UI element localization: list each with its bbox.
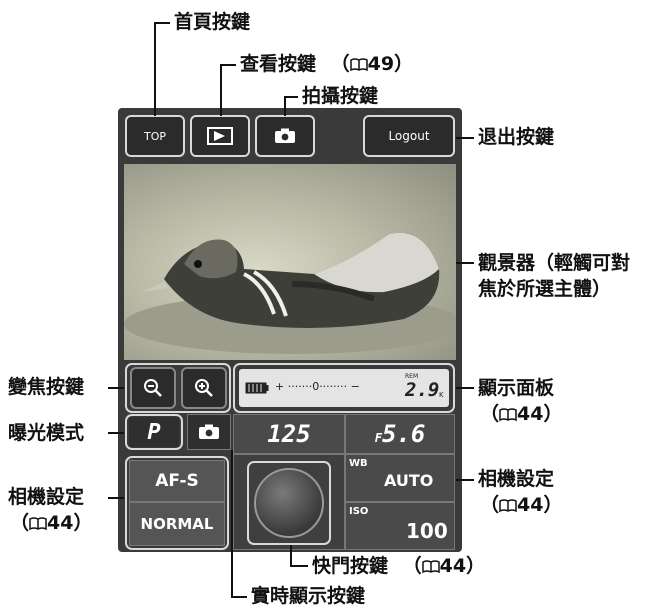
callout-view-button: 查看按鍵 （49） (240, 53, 414, 75)
leader-panel (456, 387, 474, 389)
leader-view-h (220, 64, 236, 66)
remaining-count: 2.9 (405, 379, 440, 401)
iso-label: ISO (349, 506, 369, 517)
exposure-mode[interactable]: P (129, 417, 179, 447)
shutter-speed-value: 125 (267, 420, 311, 448)
aperture-value: 5.6 (381, 420, 426, 448)
callout-shutter-button: 快門按鍵 （44） (312, 555, 486, 577)
callout-shoot-button: 拍攝按鍵 (302, 85, 379, 107)
leader-settings-left (108, 497, 124, 499)
zoom-in-button[interactable] (181, 367, 227, 409)
exposure-scale: + ·······0········ − (275, 380, 360, 393)
leader-liveview-v (231, 450, 233, 598)
top-button-label: TOP (143, 129, 166, 143)
leader-view (220, 64, 222, 116)
live-view-button[interactable] (187, 414, 231, 450)
callout-logout-button: 退出按鍵 (478, 126, 555, 148)
leader-zoom (108, 387, 124, 389)
display-panel: + ·······0········ − REM 2.9 K (239, 369, 449, 407)
leader-viewfinder (456, 262, 474, 264)
top-button[interactable]: TOP (125, 115, 185, 157)
leader-shoot-h (284, 96, 298, 98)
leader-shutter-v (290, 545, 292, 566)
callout-zoom-buttons: 變焦按鍵 (8, 376, 85, 398)
image-quality-cell[interactable]: NORMAL (129, 502, 225, 546)
leader-settings-right (456, 479, 474, 481)
logout-button[interactable]: Logout (363, 115, 455, 157)
aperture-prefix: F (374, 431, 382, 445)
leader-liveview-h (231, 596, 247, 598)
exposure-mode-value: P (147, 419, 161, 445)
book-icon (29, 516, 47, 530)
callout-display-panel: 顯示面板 （44） (478, 377, 563, 425)
callout-viewfinder: 觀景器（輕觸可對 焦於所選主體） (478, 252, 631, 300)
book-icon (349, 57, 368, 71)
leader-mode (108, 432, 124, 434)
leader-logout (456, 137, 474, 139)
shoot-button[interactable] (255, 115, 315, 157)
wb-value: AUTO (384, 471, 434, 490)
remaining-count-unit: K (439, 391, 444, 399)
view-button[interactable] (190, 115, 250, 157)
book-icon (499, 498, 517, 512)
callout-live-view-button: 實時顯示按鍵 (251, 585, 366, 607)
logout-button-label: Logout (388, 129, 430, 143)
af-mode-cell[interactable]: AF-S (129, 460, 225, 502)
leader-home (154, 22, 156, 116)
iso-cell[interactable]: ISO 100 (345, 502, 455, 550)
zoom-out-icon (144, 379, 162, 397)
shutter-button[interactable] (254, 468, 324, 538)
wb-label: WB (349, 458, 368, 469)
callout-home-button: 首頁按鍵 (174, 11, 251, 33)
play-icon (207, 127, 233, 145)
callout-exposure-mode: 曝光模式 (8, 422, 85, 444)
book-icon (421, 559, 440, 573)
mandarin-duck-image (124, 232, 456, 354)
leader-home-h (154, 22, 170, 24)
shutter-speed-cell[interactable]: 125 (233, 414, 345, 454)
callout-camera-settings-right: 相機設定 （44） (478, 468, 563, 516)
zoom-in-icon (195, 379, 213, 397)
aperture-cell[interactable]: F 5.6 (345, 414, 455, 454)
white-balance-cell[interactable]: WB AUTO (345, 454, 455, 502)
book-icon (499, 407, 517, 421)
zoom-out-button[interactable] (130, 367, 176, 409)
af-mode-value: AF-S (155, 471, 199, 491)
viewfinder[interactable] (124, 164, 456, 360)
battery-icon (245, 382, 269, 394)
callout-camera-settings-left: 相機設定 （44） (8, 486, 93, 534)
iso-value: 100 (406, 519, 448, 543)
image-quality-value: NORMAL (140, 515, 214, 533)
leader-shoot (284, 96, 286, 116)
leader-shutter-h (290, 565, 308, 567)
camera-icon (199, 424, 219, 439)
camera-icon (275, 128, 295, 143)
